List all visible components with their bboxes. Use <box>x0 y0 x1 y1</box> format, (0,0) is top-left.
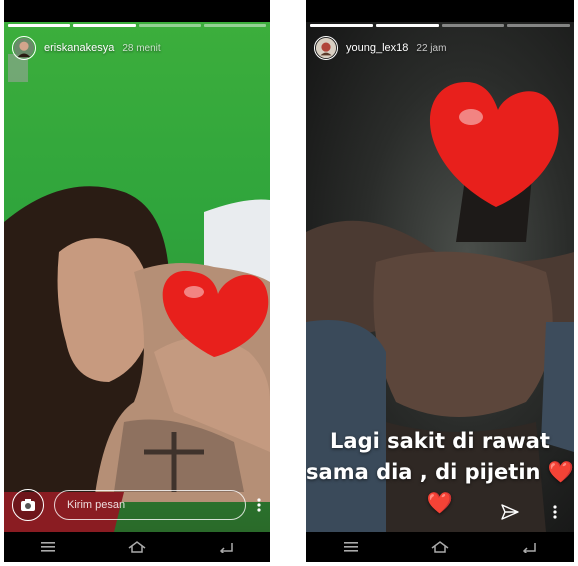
back-icon <box>523 543 537 553</box>
right-story-screen: young_lex18 22 jam Lagi sakit di rawat s… <box>306 0 574 562</box>
nav-home-button[interactable] <box>125 537 149 557</box>
nav-menu-button[interactable] <box>36 537 60 557</box>
story-progress-bar <box>310 24 570 27</box>
left-story-screen: eriskanakesya 28 menit Kirim pesan <box>4 0 270 562</box>
caption-line-1: Lagi sakit di rawat <box>330 429 550 453</box>
home-icon <box>128 541 146 553</box>
camera-button[interactable] <box>12 489 44 521</box>
status-bar <box>4 0 270 22</box>
story-header[interactable]: eriskanakesya 28 menit <box>12 36 161 60</box>
android-nav-bar <box>306 532 574 562</box>
more-vertical-icon[interactable] <box>552 504 558 520</box>
back-icon <box>219 543 233 553</box>
story-header[interactable]: young_lex18 22 jam <box>314 36 446 60</box>
story-progress-bar <box>8 24 266 27</box>
more-vertical-icon[interactable] <box>256 497 262 513</box>
avatar[interactable] <box>314 36 338 60</box>
story-timestamp: 22 jam <box>416 42 447 54</box>
reply-bar: Kirim pesan <box>12 488 262 522</box>
story-image[interactable] <box>4 22 270 532</box>
status-bar <box>306 0 574 22</box>
username[interactable]: young_lex18 <box>346 42 408 54</box>
menu-icon <box>343 542 358 552</box>
nav-menu-button[interactable] <box>339 537 363 557</box>
send-icon[interactable] <box>500 502 520 522</box>
camera-icon <box>21 499 35 511</box>
reply-input[interactable]: Kirim pesan <box>54 490 246 520</box>
nav-back-button[interactable] <box>517 537 541 557</box>
android-nav-bar <box>4 532 270 562</box>
story-photo <box>4 54 270 532</box>
story-caption: Lagi sakit di rawat sama dia , di pijeti… <box>306 426 574 519</box>
menu-icon <box>41 542 56 552</box>
story-timestamp: 28 menit <box>122 42 161 54</box>
heart-sticker-icon <box>429 82 559 207</box>
nav-home-button[interactable] <box>428 537 452 557</box>
avatar[interactable] <box>12 36 36 60</box>
nav-back-button[interactable] <box>214 537 238 557</box>
username[interactable]: eriskanakesya <box>44 42 114 54</box>
home-icon <box>431 541 449 553</box>
caption-line-2: sama dia , di pijetin ❤️❤️ <box>306 457 574 519</box>
caption-line-2-text: sama dia , di pijetin <box>306 460 541 484</box>
